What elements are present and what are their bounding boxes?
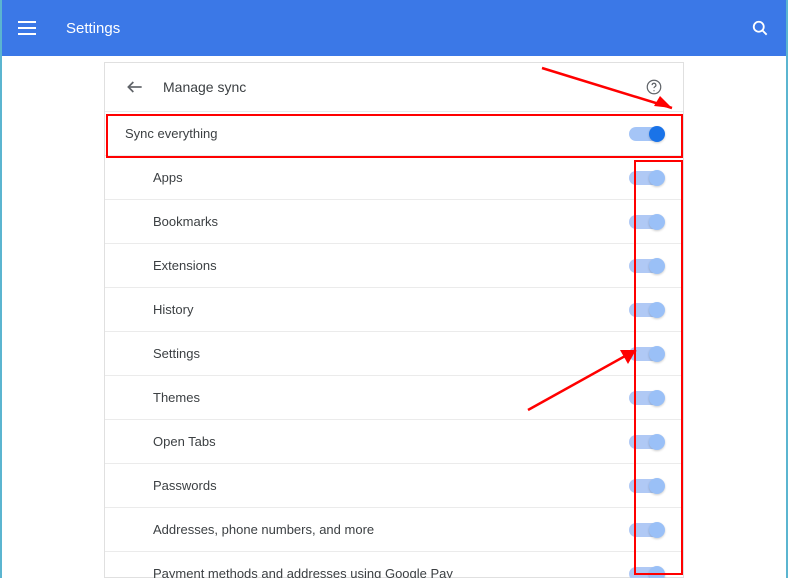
payment-toggle[interactable] bbox=[629, 567, 663, 578]
sync-item-label: History bbox=[125, 302, 629, 317]
sync-everything-row: Sync everything bbox=[105, 111, 683, 155]
sync-item-label: Payment methods and addresses using Goog… bbox=[125, 566, 629, 578]
sync-item-label: Addresses, phone numbers, and more bbox=[125, 522, 629, 537]
sync-item-label: Settings bbox=[125, 346, 629, 361]
settings-panel: Manage sync Sync everything Apps Bookmar… bbox=[104, 62, 684, 578]
history-toggle[interactable] bbox=[629, 303, 663, 317]
search-icon[interactable] bbox=[750, 18, 770, 38]
passwords-toggle[interactable] bbox=[629, 479, 663, 493]
panel-header: Manage sync bbox=[105, 63, 683, 111]
sync-everything-label: Sync everything bbox=[125, 126, 629, 141]
help-icon[interactable] bbox=[645, 78, 663, 96]
sync-item-row: Payment methods and addresses using Goog… bbox=[105, 551, 683, 578]
addresses-toggle[interactable] bbox=[629, 523, 663, 537]
app-window: Settings Manage sync Sync everythin bbox=[0, 0, 788, 578]
themes-toggle[interactable] bbox=[629, 391, 663, 405]
sync-item-label: Extensions bbox=[125, 258, 629, 273]
sync-item-row: History bbox=[105, 287, 683, 331]
sync-item-row: Themes bbox=[105, 375, 683, 419]
sync-item-label: Open Tabs bbox=[125, 434, 629, 449]
sync-item-row: Bookmarks bbox=[105, 199, 683, 243]
sync-item-row: Passwords bbox=[105, 463, 683, 507]
sync-item-row: Settings bbox=[105, 331, 683, 375]
menu-icon[interactable] bbox=[18, 16, 42, 40]
app-title: Settings bbox=[66, 20, 750, 37]
sync-everything-toggle[interactable] bbox=[629, 127, 663, 141]
bookmarks-toggle[interactable] bbox=[629, 215, 663, 229]
sync-item-row: Open Tabs bbox=[105, 419, 683, 463]
top-bar: Settings bbox=[2, 0, 786, 56]
panel-title: Manage sync bbox=[163, 79, 645, 95]
sync-item-row: Extensions bbox=[105, 243, 683, 287]
sync-item-label: Passwords bbox=[125, 478, 629, 493]
open-tabs-toggle[interactable] bbox=[629, 435, 663, 449]
sync-item-label: Bookmarks bbox=[125, 214, 629, 229]
sync-item-row: Addresses, phone numbers, and more bbox=[105, 507, 683, 551]
settings-toggle[interactable] bbox=[629, 347, 663, 361]
back-arrow-icon[interactable] bbox=[125, 77, 145, 97]
sync-item-label: Themes bbox=[125, 390, 629, 405]
extensions-toggle[interactable] bbox=[629, 259, 663, 273]
sync-item-label: Apps bbox=[125, 170, 629, 185]
content-area: Manage sync Sync everything Apps Bookmar… bbox=[2, 56, 786, 578]
sync-item-row: Apps bbox=[105, 155, 683, 199]
apps-toggle[interactable] bbox=[629, 171, 663, 185]
